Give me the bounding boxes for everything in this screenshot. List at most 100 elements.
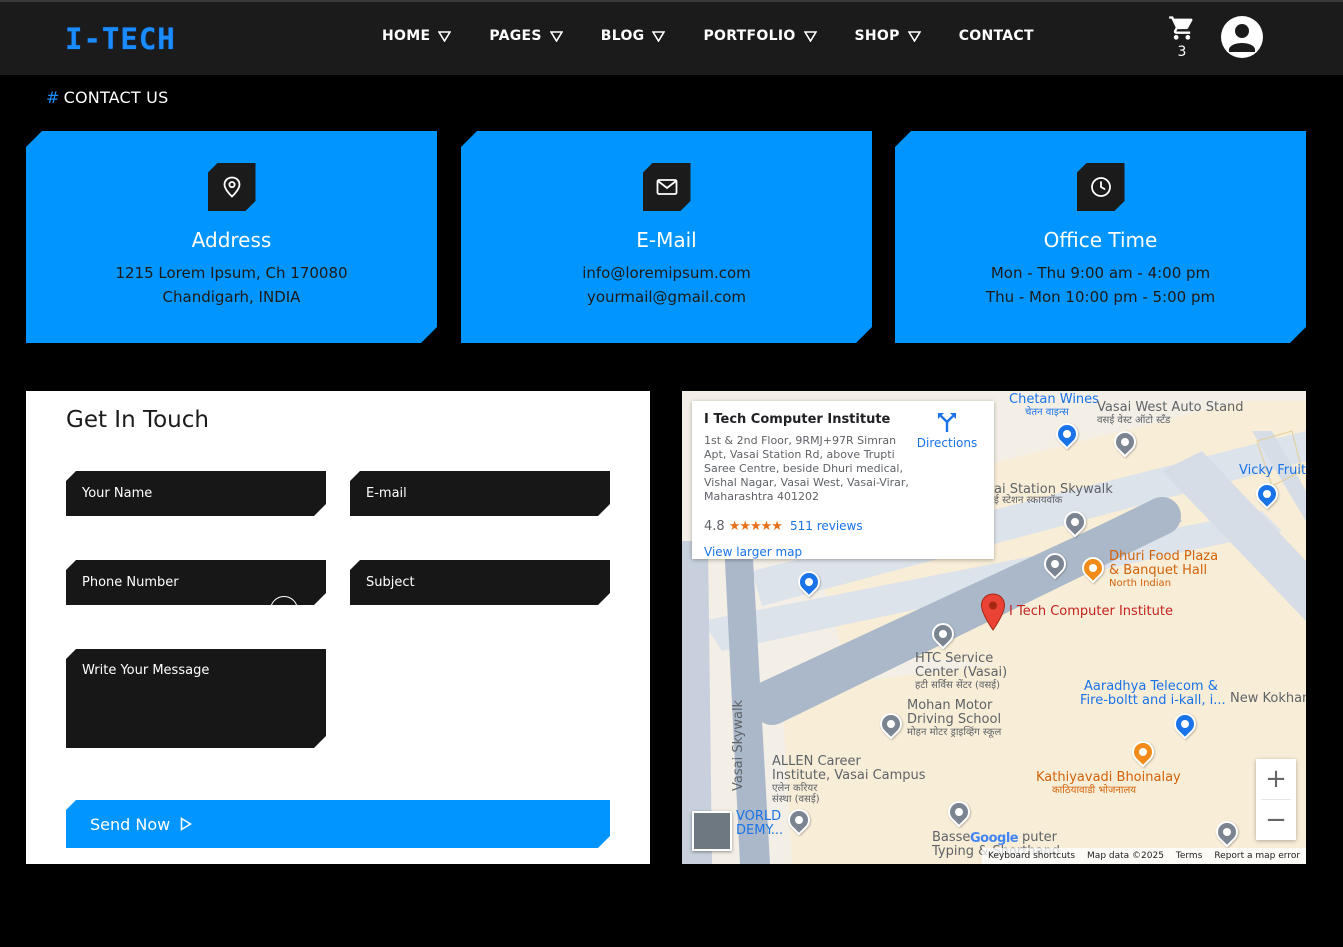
office-time-card: Office Time Mon - Thu 9:00 am - 4:00 pm … <box>895 131 1306 343</box>
zoom-out-button[interactable]: − <box>1256 800 1296 840</box>
form-title: Get In Touch <box>66 407 209 433</box>
directions-button[interactable]: Directions <box>914 411 980 450</box>
address-card: Address 1215 Lorem Ipsum, Ch 170080 Chan… <box>26 131 437 343</box>
location-pin-icon <box>222 176 242 198</box>
breadcrumb-hash: # <box>46 88 60 107</box>
cart-count: 3 <box>1177 44 1187 60</box>
place-name: I Tech Computer Institute <box>704 412 891 427</box>
card-email-link[interactable]: yourmail@gmail.com <box>461 288 872 306</box>
google-logo-text: Google <box>970 831 1019 846</box>
zoom-in-button[interactable]: + <box>1256 759 1296 799</box>
map-label: I Tech Computer Institute <box>1009 604 1173 619</box>
chevron-down-icon <box>438 30 452 42</box>
reviews-link[interactable]: 511 reviews <box>790 519 863 533</box>
chevron-down-icon <box>549 30 563 42</box>
message-field-wrap <box>66 649 326 748</box>
card-icon-box <box>208 163 256 211</box>
card-icon-box <box>1077 163 1125 211</box>
subject-field-wrap <box>350 560 610 605</box>
map-label: & Banquet Hall <box>1109 563 1208 578</box>
place-address: 1st & 2nd Floor, 9RMJ+97R Simran Apt, Va… <box>704 434 909 503</box>
rating-value: 4.8 <box>704 519 725 534</box>
phone-field-wrap <box>66 560 326 605</box>
nav-shop[interactable]: SHOP <box>855 28 921 44</box>
nav-portfolio[interactable]: PORTFOLIO <box>703 28 817 44</box>
card-title: E-Mail <box>636 228 697 252</box>
nav-pages-label: PAGES <box>489 28 542 44</box>
map-label: Basse <box>932 830 971 845</box>
email-card: E-Mail info@loremipsum.com yourmail@gmai… <box>461 131 872 343</box>
email-field-wrap <box>350 471 610 516</box>
map-label: DEMY... <box>736 823 784 838</box>
cart-icon <box>1169 16 1193 40</box>
map-label: हटी सर्विस सेंटर (वसई) <box>915 680 1001 691</box>
cart-button[interactable]: 3 <box>1166 14 1198 60</box>
zoom-controls: + − <box>1256 759 1296 840</box>
email-input[interactable] <box>350 471 610 516</box>
map-label: चेतन वाइन्स <box>1025 407 1069 418</box>
card-line: Thu - Mon 10:00 pm - 5:00 pm <box>985 288 1216 306</box>
nav-blog[interactable]: BLOG <box>601 28 666 44</box>
card-line: Chandigarh, INDIA <box>162 288 301 306</box>
map-label: Institute, Vasai Campus <box>772 768 926 783</box>
nav-shop-label: SHOP <box>854 28 900 44</box>
cursor-ring <box>270 596 298 624</box>
satellite-toggle[interactable] <box>692 811 732 851</box>
card-email-link[interactable]: info@loremipsum.com <box>461 264 872 282</box>
directions-icon <box>938 413 956 432</box>
map-label: Center (Vasai) <box>915 665 1008 680</box>
card-line: Mon - Thu 9:00 am - 4:00 pm <box>990 264 1211 282</box>
nav-blog-label: BLOG <box>600 28 645 44</box>
message-textarea[interactable] <box>66 649 326 748</box>
site-logo[interactable]: I-TECH <box>65 22 176 56</box>
chevron-down-icon <box>907 30 921 42</box>
user-icon <box>1229 24 1255 52</box>
google-map[interactable]: Chetan Wines चेतन वाइन्स Vasai West Auto… <box>682 391 1306 864</box>
card-title: Office Time <box>1043 228 1158 252</box>
chevron-down-icon <box>652 30 666 42</box>
report-error-link[interactable]: Report a map error <box>1214 851 1300 861</box>
contact-form: Get In Touch Send Now <box>26 391 650 864</box>
name-field-wrap <box>66 471 326 516</box>
map-label: वसई वेस्ट ऑटो स्टँड <box>1097 415 1171 426</box>
send-now-button[interactable]: Send Now <box>66 800 610 848</box>
chevron-down-icon <box>803 30 817 42</box>
map-label: Aaradhya Telecom & <box>1084 679 1218 694</box>
name-input[interactable] <box>66 471 326 516</box>
terms-link[interactable]: Terms <box>1176 851 1203 861</box>
play-arrow-icon <box>180 817 192 831</box>
map-footer: Keyboard shortcuts Map data ©2025 Terms … <box>982 848 1306 864</box>
map-label: Fire-boltt and i-kall, i... <box>1080 693 1226 708</box>
breadcrumb: # CONTACT US <box>46 88 168 107</box>
user-avatar[interactable] <box>1221 16 1263 58</box>
map-label: ALLEN Career <box>772 754 861 769</box>
subject-input[interactable] <box>350 560 610 605</box>
nav-pages[interactable]: PAGES <box>489 28 563 44</box>
map-label: संस्था (वसई) <box>772 794 820 805</box>
map-label: Vasai West Auto Stand <box>1097 400 1244 415</box>
map-label: Chetan Wines <box>1009 392 1099 407</box>
rating-stars: ★★★★★ <box>728 519 783 534</box>
clock-icon <box>1090 176 1112 198</box>
map-label: North Indian <box>1109 578 1172 589</box>
envelope-icon <box>656 178 678 196</box>
map-label: Vicky Fruit <box>1239 463 1306 478</box>
nav-contact[interactable]: CONTACT <box>959 28 1034 44</box>
map-label: एलेन करियर <box>772 783 818 794</box>
map-label: Dhuri Food Plaza <box>1109 549 1219 564</box>
map-label: HTC Service <box>915 651 994 666</box>
nav-home[interactable]: HOME <box>382 28 452 44</box>
map-label: Driving School <box>907 712 1002 727</box>
place-rating: 4.8 ★★★★★ 511 reviews <box>704 519 863 534</box>
map-label: मोहन मोटर ड्राइव्हिंग स्कूल <box>907 727 1002 738</box>
directions-label: Directions <box>916 436 978 450</box>
map-label: ई स्टेशन स्कायवॉक <box>994 495 1063 506</box>
view-larger-map-link[interactable]: View larger map <box>704 545 802 559</box>
nav-portfolio-label: PORTFOLIO <box>703 28 796 44</box>
breadcrumb-label: CONTACT US <box>63 88 169 107</box>
send-now-label: Send Now <box>90 814 171 834</box>
map-marker-red-icon[interactable] <box>980 593 1006 631</box>
keyboard-shortcuts-link[interactable]: Keyboard shortcuts <box>988 851 1075 861</box>
map-label: Vasai Skywalk <box>731 699 746 791</box>
map-label: puter <box>1022 830 1057 845</box>
